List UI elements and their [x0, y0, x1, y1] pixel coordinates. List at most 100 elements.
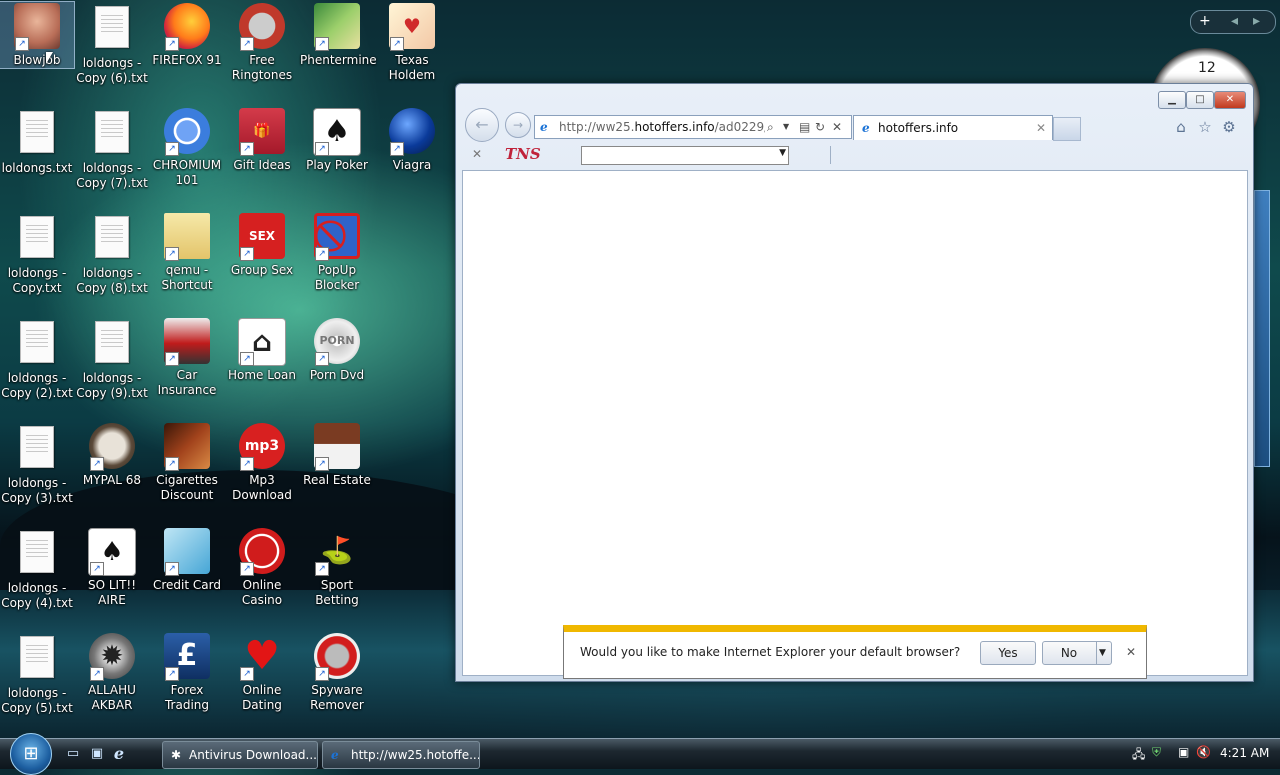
desktop-icon-loldongs-copy-2[interactable]: loldongs - Copy (2).txt — [0, 317, 74, 401]
maximize-button[interactable]: □ — [1186, 91, 1214, 109]
gadget-next-icon[interactable]: ▸ — [1253, 11, 1260, 31]
split-divider — [1096, 642, 1097, 664]
shortcut-arrow-icon: ↗ — [390, 37, 404, 51]
desktop-icon-qemu-shortcut[interactable]: ↗ qemu - Shortcut — [150, 212, 224, 293]
desktop-icon-mp3-download[interactable]: mp3 ↗ Mp3 Download — [225, 422, 299, 503]
desktop-icon-popup-blocker[interactable]: ⃠↗ PopUp Blocker — [300, 212, 374, 293]
toolbar-divider — [830, 146, 831, 164]
desktop-icon-loldongs-copy-7[interactable]: loldongs - Copy (7).txt — [75, 107, 149, 191]
back-button[interactable]: ← — [465, 108, 499, 142]
stop-icon[interactable]: ✕ — [832, 116, 842, 138]
desktop-icon-mypal[interactable]: ↗ MYPAL 68 — [75, 422, 149, 488]
taskbar-item-ie[interactable]: e http://ww25.hotoffe... — [322, 741, 480, 769]
yes-button[interactable]: Yes — [980, 641, 1036, 665]
desktop-icon-group-sex[interactable]: SEX ↗ Group Sex — [225, 212, 299, 278]
desktop-icon-home-loan[interactable]: ⌂ ↗ Home Loan — [225, 317, 299, 383]
desktop-icon-spyware-remover[interactable]: ↗ Spyware Remover — [300, 632, 374, 713]
antivirus-icon: ✱ — [171, 748, 182, 762]
add-gadget-button[interactable]: + — [1199, 11, 1211, 31]
desktop-icon-play-poker[interactable]: ♠ ↗ Play Poker — [300, 107, 374, 173]
shortcut-arrow-icon: ↗ — [315, 667, 329, 681]
page-content[interactable] — [462, 170, 1248, 676]
desktop-icon-sport-betting[interactable]: ⛳ ↗ Sport Betting — [300, 527, 374, 608]
address-bar[interactable]: e http://ww25.hotoffers.info/ad0229/?su … — [534, 115, 852, 139]
ie-tab-icon: e — [862, 121, 870, 135]
shortcut-arrow-icon: ↗ — [165, 142, 179, 156]
icon-label: Forex Trading — [164, 683, 210, 712]
desktop-icon-forex-trading[interactable]: £ ↗ Forex Trading — [150, 632, 224, 713]
desktop-icon-online-casino[interactable]: ↗ Online Casino — [225, 527, 299, 608]
desktop-icon-chromium[interactable]: ↗ CHROMIUM 101 — [150, 107, 224, 188]
taskbar-item-antivirus[interactable]: ✱ Antivirus Download... — [162, 741, 318, 769]
desktop-icon-blowjob[interactable]: ↗ Blowjob — [0, 1, 75, 69]
desktop-icon-firefox[interactable]: ↗ FIREFOX 91 — [150, 2, 224, 68]
desktop-icon-cigarettes-discount[interactable]: ↗ Cigarettes Discount — [150, 422, 224, 503]
network-icon[interactable]: 🖧 — [1132, 745, 1145, 766]
start-button[interactable]: ⊞ — [10, 733, 52, 775]
desktop-icon-loldongs-copy[interactable]: loldongs - Copy.txt — [0, 212, 74, 296]
desktop-icon-so-lit-aire[interactable]: ♠ ↗ SO LIT!! AIRE — [75, 527, 149, 608]
desktop-icon-loldongs-copy-4[interactable]: loldongs - Copy (4).txt — [0, 527, 74, 611]
icon-label: loldongs.txt — [1, 161, 73, 175]
refresh-icon[interactable]: ↻ — [815, 116, 825, 138]
desktop-icon-gift-ideas[interactable]: 🎁 ↗ Gift Ideas — [225, 107, 299, 173]
desktop-icon-loldongs-copy-5[interactable]: loldongs - Copy (5).txt — [0, 632, 74, 716]
switch-windows-icon[interactable]: ▣ — [88, 745, 106, 763]
gadget-bar[interactable]: + ◂ ▸ — [1190, 10, 1276, 34]
favorites-star-icon[interactable]: ☆ — [1196, 118, 1214, 136]
compat-view-icon[interactable]: ▤ — [799, 116, 810, 138]
text-file-icon — [95, 6, 129, 48]
monitor-icon[interactable]: ▣ — [1178, 745, 1189, 759]
taskbar: ⊞ ▭ ▣ e ✱ Antivirus Download... e http:/… — [0, 733, 1280, 775]
taskbar-clock[interactable]: 4:21 AM — [1220, 746, 1269, 760]
home-icon[interactable]: ⌂ — [1172, 118, 1190, 136]
minimize-button[interactable]: ▁ — [1158, 91, 1186, 109]
show-desktop-icon[interactable]: ▭ — [64, 745, 82, 763]
security-icon[interactable]: ⛨ — [1152, 745, 1161, 760]
ie-window[interactable]: ▁ □ ✕ ← → e http://ww25.hotoffers.info/a… — [455, 83, 1254, 682]
desktop-icon-free-ringtones[interactable]: ↗ Free Ringtones — [225, 2, 299, 83]
icon-label: Sport Betting — [315, 578, 359, 607]
shortcut-arrow-icon: ↗ — [240, 667, 254, 681]
ie-quicklaunch-icon[interactable]: e — [110, 745, 128, 763]
dropdown-arrow-icon[interactable]: ▼ — [779, 148, 786, 158]
new-tab-button[interactable] — [1053, 117, 1081, 141]
desktop-icon-loldongs[interactable]: loldongs.txt — [0, 107, 74, 176]
toolbar-search-dropdown[interactable]: ▼ — [581, 146, 789, 165]
settings-gear-icon[interactable]: ⚙ — [1220, 118, 1238, 136]
desktop-icon-viagra[interactable]: ↗ Viagra — [375, 107, 449, 173]
forward-button[interactable]: → — [505, 112, 531, 138]
close-toolbar-icon[interactable]: ✕ — [472, 147, 482, 161]
text-file-icon — [95, 216, 129, 258]
text-file-icon — [95, 321, 129, 363]
desktop-icon-loldongs-copy-9[interactable]: loldongs - Copy (9).txt — [75, 317, 149, 401]
tab-title: hotoffers.info — [878, 121, 959, 135]
shortcut-arrow-icon: ↗ — [165, 667, 179, 681]
taskbar-item-label: http://ww25.hotoffe... — [351, 748, 480, 762]
tab-hotoffers[interactable]: e hotoffers.info ✕ — [853, 115, 1053, 140]
desktop-icon-online-dating[interactable]: ♥ ↗ Online Dating — [225, 632, 299, 713]
volume-muted-icon[interactable]: 🔇 — [1196, 745, 1211, 759]
shortcut-arrow-icon: ↗ — [240, 352, 254, 366]
desktop-icon-credit-card[interactable]: ↗ Credit Card — [150, 527, 224, 593]
search-icon[interactable]: ⌕ — [767, 116, 774, 138]
gadget-prev-icon[interactable]: ◂ — [1231, 11, 1238, 31]
close-button[interactable]: ✕ — [1214, 91, 1246, 109]
text-file-icon — [20, 636, 54, 678]
desktop-icon-allahu-akbar[interactable]: ✹ ↗ ALLAHU AKBAR — [75, 632, 149, 713]
desktop-icon-loldongs-copy-6[interactable]: loldongs - Copy (6).txt — [75, 2, 149, 86]
desktop-icon-loldongs-copy-3[interactable]: loldongs - Copy (3).txt — [0, 422, 74, 506]
shortcut-arrow-icon: ↗ — [165, 457, 179, 471]
desktop-icon-car-insurance[interactable]: ↗ Car Insurance — [150, 317, 224, 398]
no-button[interactable]: No ▼ — [1042, 641, 1112, 665]
dropdown-arrow-icon[interactable]: ▼ — [783, 116, 789, 138]
desktop-icon-loldongs-copy-8[interactable]: loldongs - Copy (8).txt — [75, 212, 149, 296]
desktop-icon-phentermine[interactable]: ↗ Phentermine — [300, 2, 377, 68]
desktop-icon-real-estate[interactable]: ↗ Real Estate — [300, 422, 374, 488]
desktop-icon-porn-dvd[interactable]: PORN ↗ Porn Dvd — [300, 317, 374, 383]
icon-label: Cigarettes Discount — [156, 473, 218, 502]
no-options-arrow-icon[interactable]: ▼ — [1099, 642, 1106, 664]
desktop-icon-texas-holdem[interactable]: ♥ ↗ Texas Holdem — [375, 2, 449, 83]
close-notification-icon[interactable]: ✕ — [1126, 645, 1136, 659]
close-tab-icon[interactable]: ✕ — [1036, 116, 1046, 140]
